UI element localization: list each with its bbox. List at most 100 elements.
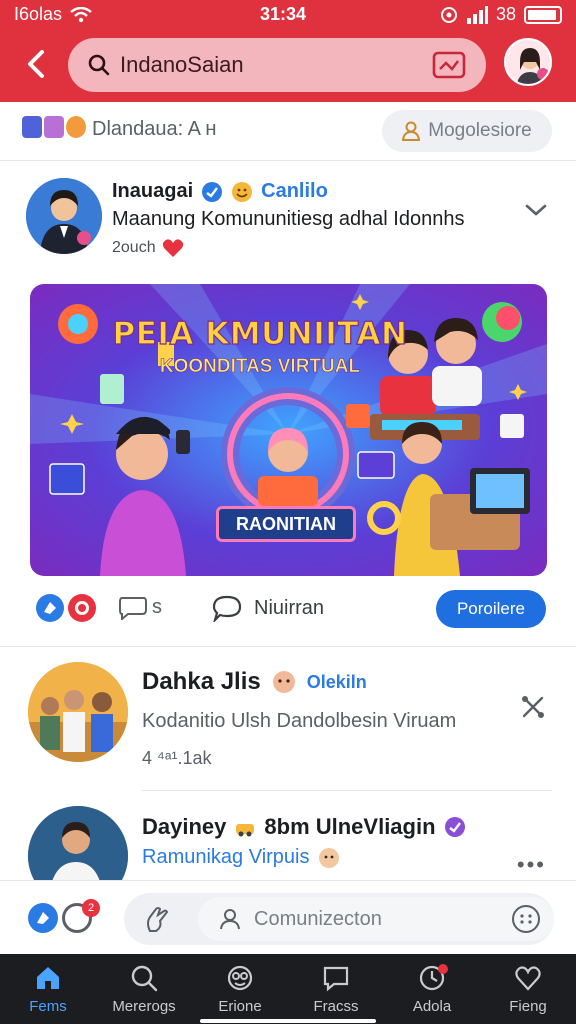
post-author-name[interactable]: Inauagai: [112, 180, 193, 203]
nav-label: Adola: [412, 997, 452, 1015]
clock-time: 31:34: [260, 4, 307, 24]
notification-dot: [438, 964, 448, 974]
post-tag[interactable]: Canlilo: [261, 180, 328, 203]
person-icon: [402, 121, 421, 141]
like-reaction-icon[interactable]: [36, 594, 64, 622]
alarm-icon: [440, 6, 457, 23]
search-bar[interactable]: IndanoSaian: [68, 38, 486, 92]
person-icon: [220, 909, 240, 930]
comment-bubble-icon: [119, 597, 147, 620]
post-text: Kodanitio Ulsh Dandolbesin Viruam: [142, 710, 457, 732]
nav-label: Fracss: [313, 997, 359, 1015]
group-icon: [66, 116, 86, 138]
verified-icon: [202, 181, 223, 202]
nav-item-globe[interactable]: Erione: [192, 954, 288, 1024]
avatar-illustration: [28, 662, 128, 762]
app-header: IndanoSaian: [0, 30, 576, 102]
post-title: 8bm UlneVliagin: [264, 814, 436, 839]
back-arrow-icon[interactable]: [20, 46, 56, 82]
search-query: IndanoSaian: [120, 52, 244, 77]
nav-item-activity[interactable]: Adola: [384, 954, 480, 1024]
face-emoji-icon: [272, 671, 295, 693]
post-author: Dahka Jlis Olekiln: [142, 668, 367, 696]
camera-icon[interactable]: [432, 51, 466, 79]
post-text-label: Ramunikag Virpuis: [142, 846, 310, 868]
wifi-icon: [70, 6, 92, 22]
heart-icon: [515, 965, 541, 991]
nav-label: Fems: [29, 997, 67, 1015]
members-button[interactable]: Mogolesiore: [382, 110, 552, 152]
comment-count-value: s: [152, 595, 162, 618]
status-bar: I6olas 31:34 38: [0, 0, 576, 30]
post-author-name[interactable]: Dahka Jlis: [142, 668, 261, 696]
group-icon: [44, 116, 64, 138]
search-icon: [131, 965, 158, 991]
banner-subtitle: KOONDITAS VIRTUAL: [159, 356, 361, 378]
comment-count[interactable]: s: [118, 594, 162, 620]
banner-title: PEIA KMUNIITAN: [112, 315, 408, 352]
nav-item-chat[interactable]: Fracss: [288, 954, 384, 1024]
divider: [0, 160, 576, 161]
post-author-name[interactable]: Dayiney: [142, 814, 226, 840]
comment-input-placeholder: Comunizecton: [254, 907, 382, 930]
post-meta: 4 ⁴ᵃ¹.1ak: [142, 748, 212, 768]
search-icon: [88, 54, 110, 76]
post-author: Dayiney 8bm UlneVliagin: [142, 814, 466, 840]
post-banner-image[interactable]: PEIA KMUNIITAN KOONDITAS VIRTUAL RAONITI…: [30, 284, 547, 576]
globe-icon: [227, 965, 253, 990]
speech-bubble-icon: [212, 595, 242, 622]
post-time-label: 2ouch: [112, 239, 156, 256]
community-label: Dlandaua: A ʜ: [92, 118, 217, 140]
post-actions: s Niuirran Poroilere: [0, 588, 576, 632]
heart-icon: [162, 239, 183, 257]
bottom-nav: Fems Mererogs Erione Fracss Adola Fieng: [0, 954, 576, 1024]
post-text: Ramunikag Virpuis: [142, 846, 340, 869]
chat-icon: [323, 966, 349, 991]
post-time: 2ouch: [112, 238, 184, 258]
share-button[interactable]: Poroilere: [436, 590, 546, 628]
post-author: Inauagai Canlilo: [112, 180, 328, 203]
car-emoji-icon: [236, 824, 255, 837]
more-options-icon[interactable]: •••: [517, 852, 546, 878]
nav-label: Erione: [218, 997, 262, 1015]
like-icon[interactable]: [28, 903, 58, 933]
face-emoji-icon: [318, 847, 339, 868]
post-author-avatar[interactable]: [26, 178, 102, 254]
notification-badge: 2: [82, 899, 100, 917]
community-icons: [22, 116, 86, 138]
comment-button-label: Niuirran: [254, 596, 325, 619]
verified-icon: [444, 817, 465, 837]
nav-item-profile[interactable]: Fieng: [480, 954, 576, 1024]
smile-emoji-icon: [232, 181, 253, 202]
community-strip: Dlandaua: A ʜ Mogolesiore: [0, 102, 576, 160]
banner-sign: RAONITIAN: [216, 506, 356, 542]
comment-button[interactable]: Niuirran: [212, 594, 324, 622]
group-avatar[interactable]: [28, 662, 128, 762]
divider: [0, 646, 576, 647]
avatar-illustration: [26, 178, 102, 254]
battery-icon: [524, 5, 562, 24]
signal-icon: [466, 5, 488, 24]
tools-icon[interactable]: [520, 694, 546, 720]
home-icon: [37, 966, 59, 989]
carrier-label: I6olas: [14, 4, 63, 24]
nav-item-home[interactable]: Fems: [0, 954, 96, 1024]
comment-composer: 2 Comunizecton: [0, 880, 576, 954]
group-icon: [22, 116, 42, 138]
love-reaction-icon[interactable]: [68, 594, 96, 622]
wave-hand-icon[interactable]: [142, 905, 172, 935]
avatar-illustration: [516, 48, 549, 84]
members-button-label: Mogolesiore: [428, 120, 532, 141]
profile-avatar[interactable]: [504, 38, 552, 86]
emoji-icon[interactable]: [512, 905, 540, 933]
nav-label: Mererogs: [112, 997, 176, 1015]
nav-item-search[interactable]: Mererogs: [96, 954, 192, 1024]
chevron-down-icon[interactable]: [524, 202, 548, 218]
comment-input[interactable]: Comunizecton: [198, 897, 554, 941]
divider: [142, 790, 552, 791]
post-text: Maanung Komununitiesg adhal Idonnhs: [112, 208, 465, 230]
battery-percent: 38: [495, 4, 516, 24]
post-tag[interactable]: Olekiln: [307, 672, 367, 693]
home-indicator[interactable]: [200, 1019, 376, 1023]
nav-label: Fieng: [509, 997, 547, 1015]
